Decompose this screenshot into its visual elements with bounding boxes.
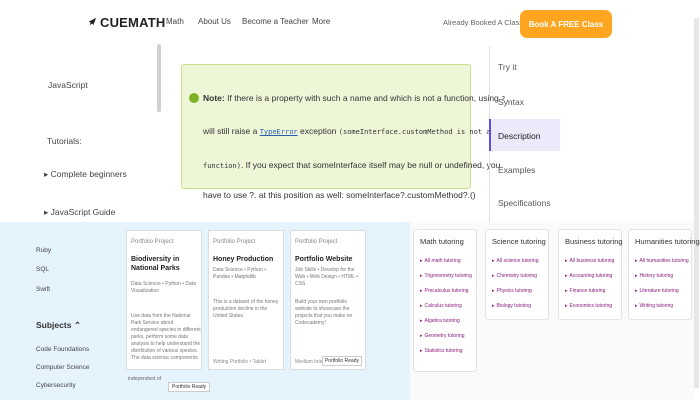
subjects-heading[interactable]: Subjects ⌃ <box>36 320 81 331</box>
tutoring-link[interactable]: Chemistry tutoring <box>492 273 538 279</box>
note-label: Note: <box>203 93 225 103</box>
nav-math[interactable]: Math <box>166 17 184 26</box>
note-text-1: If there is a property with such a name … <box>227 93 499 103</box>
project-tag: Portfolio Project <box>295 239 338 245</box>
tutoring-link[interactable]: Statistics tutoring <box>420 348 463 354</box>
note-line-1: Note: If there is a property with such a… <box>203 93 510 103</box>
tutoring-title: Science tutoring <box>492 237 546 246</box>
side-item-swift[interactable]: Swift <box>36 286 50 293</box>
sidebar-scrollbar[interactable] <box>157 44 161 112</box>
side-item-cybersecurity[interactable]: Cybersecurity <box>36 382 76 389</box>
note-callout: Note: If there is a property with such a… <box>181 64 510 189</box>
tutoring-link[interactable]: Finance tutoring <box>565 288 606 294</box>
side-item-sql[interactable]: SQL <box>36 266 49 273</box>
tutoring-title: Math tutoring <box>420 237 464 246</box>
note-code-3: function) <box>203 162 241 170</box>
tutoring-link[interactable]: Accounting tutoring <box>565 273 613 279</box>
cuemath-logo[interactable]: CUEMATH <box>86 15 165 30</box>
project-card[interactable]: Portfolio Project Honey Production Data … <box>208 230 284 370</box>
tutoring-title: Humanities tutoring <box>635 237 700 246</box>
tutoring-link[interactable]: Physics tutoring <box>492 288 532 294</box>
toc-item-examples[interactable]: Examples <box>498 165 535 175</box>
toc-active-indicator <box>489 119 491 151</box>
project-footer: Writing Portfolio • Tablet <box>213 359 266 365</box>
project-card[interactable]: Portfolio Project Portfolio Website Job … <box>290 230 366 370</box>
note-continuation: have to use ?. at this position as well:… <box>203 190 476 200</box>
toc-item-syntax[interactable]: Syntax <box>498 97 524 107</box>
portfolio-ready-badge: Portfolio Ready <box>168 382 211 392</box>
nav-become-teacher[interactable]: Become a Teacher <box>242 17 309 26</box>
subjects-label: Subjects <box>36 320 72 330</box>
project-extra-text: independent of <box>128 376 162 382</box>
rocket-icon <box>88 17 97 26</box>
tutoring-link[interactable]: All math tutoring <box>420 258 461 264</box>
project-description: This is a dataset of the honey productio… <box>213 299 279 319</box>
note-text-2b: exception <box>300 126 337 136</box>
tutoring-link[interactable]: All science tutoring <box>492 258 539 264</box>
project-skills: Data Science • Python • Pandas • Matplot… <box>213 267 266 280</box>
tutoring-link[interactable]: Biology tutoring <box>492 303 531 309</box>
side-item-ruby[interactable]: Ruby <box>36 247 51 254</box>
math-tutoring-card: Math tutoring All math tutoring Trigonom… <box>413 229 477 372</box>
project-card[interactable]: Portfolio Project Biodiversity in Nation… <box>126 230 202 370</box>
toc-item-description[interactable]: Description <box>498 131 541 141</box>
sidebar-item-javascript-guide[interactable]: ▸ JavaScript Guide <box>44 207 115 218</box>
note-line-3: function). If you expect that someInterf… <box>203 160 500 170</box>
tutoring-link[interactable]: Literature tutoring <box>635 288 679 294</box>
note-line-2: will still raise a TypeError exception (… <box>203 126 491 136</box>
tutoring-link[interactable]: Writing tutoring <box>635 303 674 309</box>
project-skills: Job Skills • Develop for the Web • Web D… <box>295 267 358 287</box>
project-skills: Data Science • Python • Data Visualizati… <box>131 281 196 294</box>
sidebar-item-label: Complete beginners <box>50 169 127 179</box>
tutoring-link[interactable]: All humanities tutoring <box>635 258 689 264</box>
tutoring-link[interactable]: Trigonometry tutoring <box>420 273 472 279</box>
side-item-code-foundations[interactable]: Code Foundations <box>36 346 89 353</box>
nav-about-us[interactable]: About Us <box>198 17 231 26</box>
tutoring-link[interactable]: Calculus tutoring <box>420 303 462 309</box>
tutoring-link[interactable]: Precalculus tutoring <box>420 288 469 294</box>
tutoring-title: Business tutoring <box>565 237 623 246</box>
toc-item-specifications[interactable]: Specifications <box>498 198 550 208</box>
sidebar-item-complete-beginners[interactable]: ▸ Complete beginners <box>44 169 127 180</box>
note-code-2: (someInterface.customMethod is not a <box>338 128 491 136</box>
top-navbar: CUEMATH Math About Us Become a Teacher M… <box>0 0 700 48</box>
science-tutoring-card: Science tutoring All science tutoring Ch… <box>485 229 549 320</box>
sidebar-item-javascript[interactable]: JavaScript <box>48 80 88 90</box>
chevron-up-icon: ⌃ <box>73 320 81 330</box>
tutoring-link[interactable]: History tutoring <box>635 273 674 279</box>
project-title: Portfolio Website <box>295 256 353 263</box>
book-free-class-button[interactable]: Book A FREE Class <box>520 10 612 38</box>
tutoring-link[interactable]: Algebra tutoring <box>420 318 460 324</box>
sidebar-heading-tutorials: Tutorials: <box>47 136 82 146</box>
toc-item-try-it[interactable]: Try it <box>498 62 517 72</box>
tutoring-link[interactable]: All business tutoring <box>565 258 615 264</box>
note-text-3: . If you expect that someInterface itsel… <box>240 160 501 170</box>
project-title: Biodiversity in National Parks <box>131 256 180 272</box>
side-item-computer-science[interactable]: Computer Science <box>36 364 89 371</box>
already-booked-link[interactable]: Already Booked A Class? <box>443 18 527 27</box>
humanities-tutoring-card: Humanities tutoring All humanities tutor… <box>628 229 700 320</box>
nav-more[interactable]: More <box>312 17 330 26</box>
typeerror-link[interactable]: TypeError <box>260 128 298 136</box>
page: { "header": { "logo": "CUEMATH", "nav": … <box>0 0 700 400</box>
page-scrollbar[interactable] <box>694 18 699 388</box>
note-text-2: will still raise a <box>203 126 258 136</box>
project-tag: Portfolio Project <box>213 239 256 245</box>
project-title: Honey Production <box>213 256 274 263</box>
business-tutoring-card: Business tutoring All business tutoring … <box>558 229 623 320</box>
project-description: Build your own portfolio website to show… <box>295 299 353 326</box>
portfolio-ready-badge: Portfolio Ready <box>321 356 362 366</box>
info-icon <box>189 93 199 103</box>
tutoring-link[interactable]: Economics tutoring <box>565 303 613 309</box>
sidebar-item-label: JavaScript Guide <box>50 207 116 217</box>
project-tag: Portfolio Project <box>131 239 174 245</box>
logo-text: CUEMATH <box>100 15 166 30</box>
project-description: Use data from the National Park Service … <box>131 313 201 361</box>
tutoring-link[interactable]: Geometry tutoring <box>420 333 465 339</box>
